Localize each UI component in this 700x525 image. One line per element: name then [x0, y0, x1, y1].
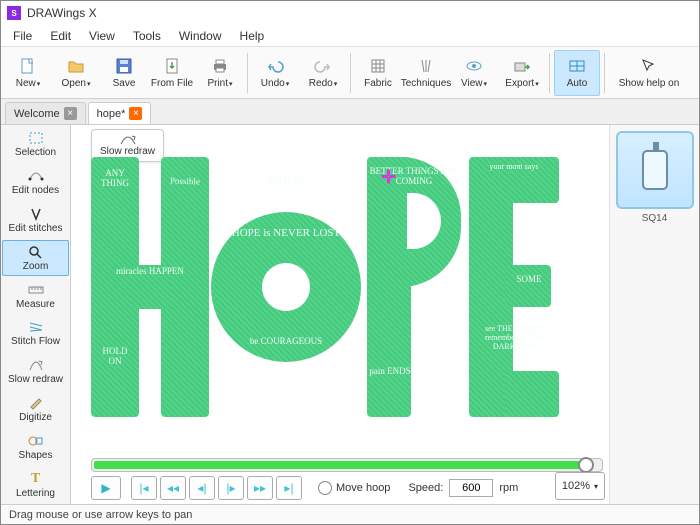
- stepback-button[interactable]: ◂|: [189, 476, 215, 500]
- flow-icon: [27, 319, 45, 335]
- fabric-button[interactable]: Fabric: [355, 50, 401, 96]
- open-icon: [66, 56, 86, 76]
- zoom-icon: [27, 244, 45, 260]
- nodes-icon: [27, 168, 45, 184]
- view-button[interactable]: View▾: [451, 50, 497, 96]
- close-icon[interactable]: ×: [129, 107, 142, 120]
- stitch-icon: [27, 206, 45, 222]
- open-button[interactable]: Open▾: [53, 50, 99, 96]
- fromfile-button[interactable]: From File: [149, 50, 195, 96]
- menu-help[interactable]: Help: [232, 27, 273, 45]
- shapes-tool[interactable]: Shapes: [2, 429, 69, 465]
- tab-welcome[interactable]: Welcome×: [5, 102, 86, 124]
- hoop-panel: SQ14: [609, 125, 699, 504]
- redo-icon: [313, 56, 333, 76]
- techniques-icon: [416, 56, 436, 76]
- menubar: File Edit View Tools Window Help: [1, 25, 699, 47]
- editstitches-tool[interactable]: Edit stitches: [2, 202, 69, 238]
- menu-file[interactable]: File: [5, 27, 40, 45]
- selection-tool[interactable]: Selection: [2, 126, 69, 162]
- titlebar: S DRAWings X: [1, 1, 699, 25]
- first-button[interactable]: |◂: [131, 476, 157, 500]
- cursor-help-icon: [639, 56, 659, 76]
- measure-tool[interactable]: Measure: [2, 278, 69, 314]
- menu-tools[interactable]: Tools: [125, 27, 169, 45]
- chevron-down-icon: ▾: [594, 482, 598, 491]
- menu-view[interactable]: View: [81, 27, 123, 45]
- hoop-preview[interactable]: [616, 131, 694, 209]
- digitize-tool[interactable]: Digitize: [2, 391, 69, 427]
- selection-icon: [27, 130, 45, 146]
- print-icon: [210, 56, 230, 76]
- tab-hope[interactable]: hope*×: [88, 102, 152, 124]
- speed-control: Speed: rpm: [408, 479, 518, 497]
- slider-fill: [94, 461, 584, 469]
- new-button[interactable]: New▾: [5, 50, 51, 96]
- last-button[interactable]: ▸|: [276, 476, 302, 500]
- export-button[interactable]: Export▾: [499, 50, 545, 96]
- speed-input[interactable]: [449, 479, 493, 497]
- techniques-button[interactable]: Techniques: [403, 50, 449, 96]
- rewind-button[interactable]: ◂◂: [160, 476, 186, 500]
- toolbar-separator: [247, 53, 248, 93]
- new-icon: [18, 56, 38, 76]
- playback-bar: ▶ |◂ ◂◂ ◂| |▸ ▸▸ ▸| Move hoop Speed: rpm: [91, 458, 603, 500]
- toolbar-separator: [604, 53, 605, 93]
- crosshair-cursor-icon: ✛: [381, 167, 396, 188]
- side-toolbar: Selection Edit nodes Edit stitches Zoom …: [1, 125, 71, 504]
- print-button[interactable]: Print▾: [197, 50, 243, 96]
- pen-icon: [27, 395, 45, 411]
- text-icon: T: [27, 471, 45, 487]
- menu-window[interactable]: Window: [171, 27, 230, 45]
- toolbar: New▾ Open▾ Save From File Print▾ Undo▾ R…: [1, 47, 699, 99]
- redraw-icon: [119, 134, 137, 146]
- toolbar-separator: [549, 53, 550, 93]
- fromfile-icon: [162, 56, 182, 76]
- editnodes-tool[interactable]: Edit nodes: [2, 164, 69, 200]
- move-hoop-toggle[interactable]: Move hoop: [318, 481, 390, 495]
- zoom-level[interactable]: 102% ▾: [555, 472, 605, 500]
- statusbar: Drag mouse or use arrow keys to pan: [1, 504, 699, 524]
- app-logo-icon: S: [7, 6, 21, 20]
- stitchflow-tool[interactable]: Stitch Flow: [2, 316, 69, 352]
- auto-button[interactable]: Auto: [554, 50, 600, 96]
- app-title: DRAWings X: [27, 6, 97, 20]
- slider-knob[interactable]: [578, 457, 594, 473]
- showhelp-button[interactable]: Show help on: [609, 50, 689, 96]
- close-icon[interactable]: ×: [64, 107, 77, 120]
- slowredraw-tool[interactable]: Slow redraw: [2, 353, 69, 389]
- redo-button[interactable]: Redo▾: [300, 50, 346, 96]
- fabric-icon: [368, 56, 388, 76]
- hoop-label: SQ14: [616, 213, 693, 224]
- undo-icon: [265, 56, 285, 76]
- main-area: Selection Edit nodes Edit stitches Zoom …: [1, 125, 699, 504]
- eye-icon: [464, 56, 484, 76]
- hoop-icon: [642, 150, 668, 190]
- redraw-icon: [27, 357, 45, 373]
- toolbar-separator: [350, 53, 351, 93]
- lettering-tool[interactable]: TLettering: [2, 467, 69, 503]
- save-icon: [114, 56, 134, 76]
- menu-edit[interactable]: Edit: [42, 27, 79, 45]
- ruler-icon: [27, 282, 45, 298]
- shapes-icon: [27, 433, 45, 449]
- tabbar: Welcome× hope*×: [1, 99, 699, 125]
- status-text: Drag mouse or use arrow keys to pan: [9, 509, 192, 521]
- undo-button[interactable]: Undo▾: [252, 50, 298, 96]
- auto-icon: [567, 56, 587, 76]
- play-button[interactable]: ▶: [91, 476, 121, 500]
- zoom-tool[interactable]: Zoom: [2, 240, 69, 276]
- save-button[interactable]: Save: [101, 50, 147, 96]
- playback-slider[interactable]: [91, 458, 603, 472]
- export-icon: [512, 56, 532, 76]
- stepfwd-button[interactable]: |▸: [218, 476, 244, 500]
- canvas[interactable]: Slow redraw ANY THING Possible miracles …: [71, 125, 609, 504]
- embroidery-design: ANY THING Possible miracles HAPPEN HOLD …: [91, 157, 561, 437]
- radio-icon: [318, 481, 332, 495]
- forward-button[interactable]: ▸▸: [247, 476, 273, 500]
